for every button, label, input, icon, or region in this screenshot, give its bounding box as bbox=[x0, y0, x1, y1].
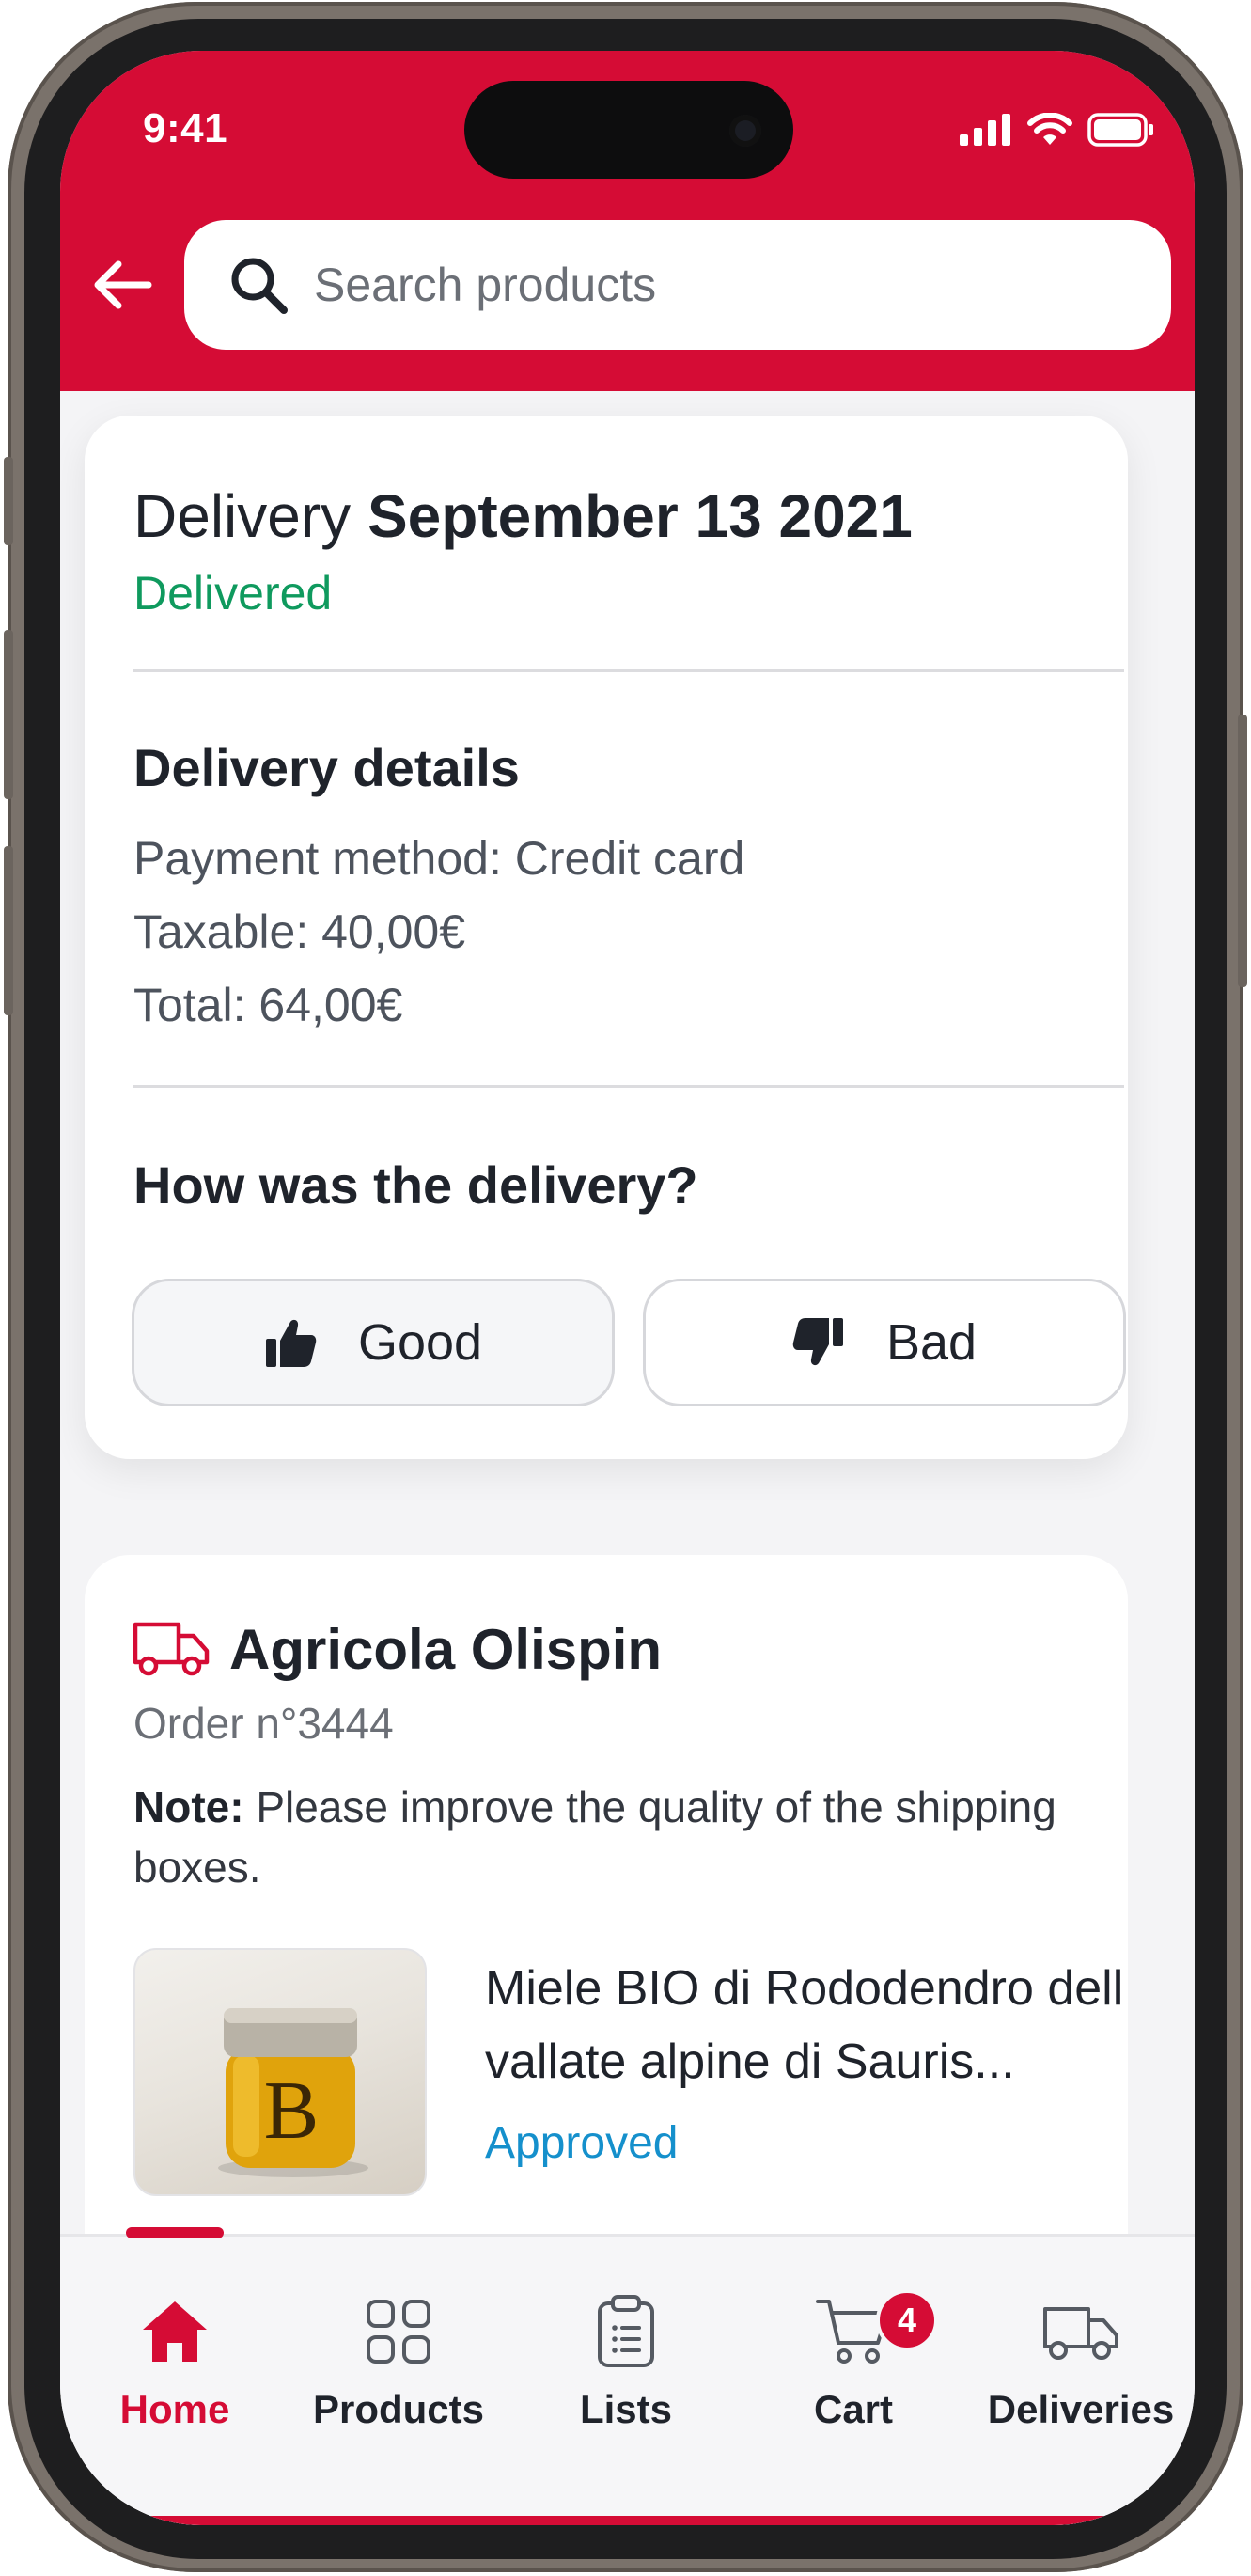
delivery-date: September 13 2021 bbox=[367, 482, 913, 550]
nav-lists-label: Lists bbox=[579, 2387, 673, 2431]
search-bar[interactable] bbox=[184, 220, 1171, 350]
grid-icon bbox=[367, 2300, 430, 2364]
nav-home[interactable]: Home bbox=[71, 2289, 278, 2432]
search-icon bbox=[227, 254, 289, 316]
thumbs-down-icon bbox=[792, 1318, 843, 1366]
delivery-details-title: Delivery details bbox=[133, 738, 520, 797]
nav-products-label: Products bbox=[312, 2387, 485, 2431]
truck-icon bbox=[133, 1622, 210, 1676]
delivery-title-prefix: Delivery bbox=[133, 482, 352, 550]
nav-home-label: Home bbox=[119, 2387, 230, 2431]
order-note: Note: Please improve the quality of the … bbox=[133, 1777, 1111, 1897]
wifi-icon bbox=[1027, 113, 1072, 145]
volume-up-button bbox=[4, 630, 13, 799]
volume-down-button bbox=[4, 846, 13, 1015]
product-status: Approved bbox=[485, 2118, 679, 2168]
feedback-question: How was the delivery? bbox=[133, 1155, 698, 1215]
bad-label: Bad bbox=[885, 1314, 977, 1371]
divider bbox=[133, 1085, 1124, 1088]
product-image[interactable]: B bbox=[133, 1948, 427, 2196]
dynamic-island bbox=[464, 81, 793, 179]
nav-deliveries-label: Deliveries bbox=[987, 2387, 1175, 2431]
home-indicator bbox=[60, 2516, 1195, 2525]
thumbs-up-icon bbox=[265, 1319, 317, 1367]
product-name: Miele BIO di Rododendro dell vallate alp… bbox=[485, 1961, 1124, 2089]
nav-cart[interactable]: 4 Cart bbox=[750, 2289, 957, 2432]
delivery-summary-card: Delivery September 13 2021 Delivered Del… bbox=[85, 416, 1128, 1459]
camera-icon bbox=[729, 115, 761, 147]
good-label: Good bbox=[357, 1314, 483, 1371]
mute-switch bbox=[4, 457, 13, 545]
delivery-status: Delivered bbox=[133, 567, 333, 620]
signal-icon bbox=[960, 114, 1010, 146]
power-button bbox=[1238, 715, 1247, 987]
honey-jar-image: B bbox=[218, 2008, 368, 2177]
app-header: 9:41 bbox=[60, 51, 1195, 391]
order-number: Order n°3444 bbox=[133, 1699, 394, 1748]
note-label: Note: bbox=[133, 1783, 244, 1831]
bad-button[interactable]: Bad bbox=[643, 1279, 1126, 1406]
nav-products[interactable]: Products bbox=[295, 2289, 502, 2432]
delivery-title: Delivery September 13 2021 bbox=[133, 481, 913, 551]
truck-icon bbox=[1043, 2307, 1118, 2360]
supplier-name: Agricola Olispin bbox=[229, 1618, 663, 1681]
jar-letter: B bbox=[264, 2066, 320, 2157]
home-icon bbox=[143, 2301, 207, 2362]
divider bbox=[133, 669, 1124, 672]
status-icons bbox=[960, 113, 1155, 147]
nav-deliveries[interactable]: Deliveries bbox=[977, 2289, 1184, 2432]
clipboard-list-icon bbox=[598, 2295, 654, 2367]
cart-count-badge: 4 bbox=[876, 2289, 938, 2351]
active-tab-indicator bbox=[126, 2227, 224, 2238]
total-amount: Total: 64,00€ bbox=[133, 979, 403, 1031]
battery-icon bbox=[1087, 113, 1153, 147]
bottom-navigation: Home Products Lists 4 Cart Deliveries bbox=[60, 2227, 1195, 2525]
arrow-left-icon bbox=[94, 260, 152, 309]
app-screen: 9:41 Search products Delivery September … bbox=[60, 51, 1195, 2525]
back-button[interactable] bbox=[88, 252, 154, 318]
note-text: Please improve the quality of the shippi… bbox=[133, 1783, 1056, 1892]
nav-lists[interactable]: Lists bbox=[523, 2289, 729, 2432]
good-button[interactable]: Good bbox=[132, 1279, 615, 1406]
status-time: 9:41 bbox=[143, 105, 228, 151]
nav-cart-label: Cart bbox=[813, 2387, 894, 2431]
taxable-amount: Taxable: 40,00€ bbox=[133, 905, 466, 958]
payment-method: Payment method: Credit card bbox=[133, 832, 745, 885]
search-input[interactable] bbox=[314, 258, 1066, 312]
